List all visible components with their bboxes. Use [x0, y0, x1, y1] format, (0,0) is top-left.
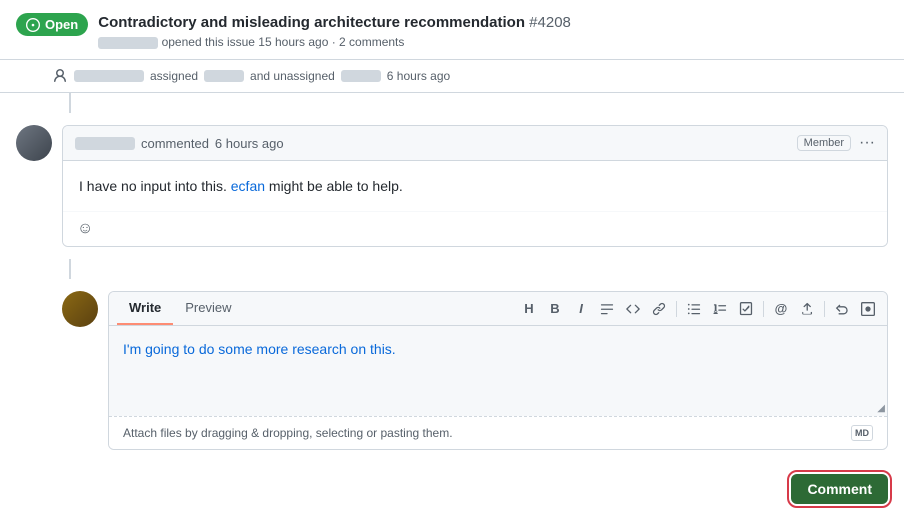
more-options-button[interactable]: ··· — [859, 134, 875, 152]
write-section: Write Preview H B I — [0, 279, 904, 466]
unassigned-blurred — [341, 70, 381, 82]
heading-button[interactable]: H — [518, 298, 540, 319]
assigner-blurred — [74, 70, 144, 82]
write-toolbar: H B I — [518, 294, 879, 323]
resize-handle: ◢ — [877, 403, 885, 414]
comment-footer: ☺ — [63, 211, 887, 246]
emoji-reaction-button[interactable]: ☺ — [77, 220, 93, 238]
comment-header-right: Member ··· — [797, 134, 875, 152]
attach-row: Attach files by dragging & dropping, sel… — [109, 416, 887, 449]
code-button[interactable] — [622, 299, 644, 319]
ordered-list-button[interactable] — [709, 299, 731, 319]
unordered-list-button[interactable] — [683, 299, 705, 319]
comment-section: commented 6 hours ago Member ··· I have … — [0, 113, 904, 259]
write-box: Write Preview H B I — [108, 291, 888, 450]
writer-avatar — [62, 291, 98, 327]
member-badge: Member — [797, 135, 851, 151]
comment-submit-button[interactable]: Comment — [791, 474, 888, 504]
italic-button[interactable]: I — [570, 298, 592, 319]
open-status-badge: Open — [16, 13, 88, 36]
bottom-action-row: Comment — [0, 466, 904, 516]
link-button[interactable] — [648, 299, 670, 319]
typed-text: I'm going to do some more research on th… — [123, 341, 396, 357]
tab-preview[interactable]: Preview — [173, 292, 243, 325]
open-icon — [26, 18, 40, 32]
issue-meta: opened this issue 15 hours ago · 2 comme… — [98, 35, 888, 49]
assignment-row: assigned and unassigned 6 hours ago — [0, 60, 904, 93]
issue-title-block: Contradictory and misleading architectur… — [98, 12, 888, 49]
issue-number: #4208 — [529, 14, 571, 31]
undo-button[interactable] — [831, 299, 853, 319]
assignee-blurred — [204, 70, 244, 82]
toolbar-separator-2 — [763, 301, 764, 317]
reference-button[interactable] — [796, 299, 818, 319]
mention-link[interactable]: ecfan — [231, 178, 265, 194]
tasklist-button[interactable] — [735, 299, 757, 319]
tab-group: Write Preview — [117, 292, 244, 325]
comment-header: commented 6 hours ago Member ··· — [63, 126, 887, 161]
issue-opener-blurred — [98, 37, 158, 49]
write-tabs: Write Preview H B I — [109, 292, 887, 326]
write-textarea-content[interactable]: I'm going to do some more research on th… — [109, 326, 887, 416]
write-textarea-wrapper: I'm going to do some more research on th… — [109, 326, 887, 416]
issue-title: Contradictory and misleading architectur… — [98, 12, 888, 33]
comment-box: commented 6 hours ago Member ··· I have … — [62, 125, 888, 247]
connector-line-2 — [69, 259, 71, 279]
comment-header-left: commented 6 hours ago — [75, 136, 284, 151]
toolbar-separator-3 — [824, 301, 825, 317]
avatar-img — [16, 125, 52, 161]
toolbar-separator-1 — [676, 301, 677, 317]
bold-button[interactable]: B — [544, 298, 566, 319]
connector-line — [69, 93, 71, 113]
markdown-icon: MD — [851, 425, 873, 441]
edit-button[interactable] — [857, 299, 879, 319]
mention-button[interactable]: @ — [770, 298, 792, 319]
tab-write[interactable]: Write — [117, 292, 173, 325]
commenter-name-blurred — [75, 137, 135, 150]
person-icon — [52, 68, 68, 84]
issue-header: Open Contradictory and misleading archit… — [0, 0, 904, 60]
quote-button[interactable] — [596, 299, 618, 319]
commenter-avatar — [16, 125, 52, 161]
comment-body: I have no input into this. ecfan might b… — [63, 161, 887, 211]
